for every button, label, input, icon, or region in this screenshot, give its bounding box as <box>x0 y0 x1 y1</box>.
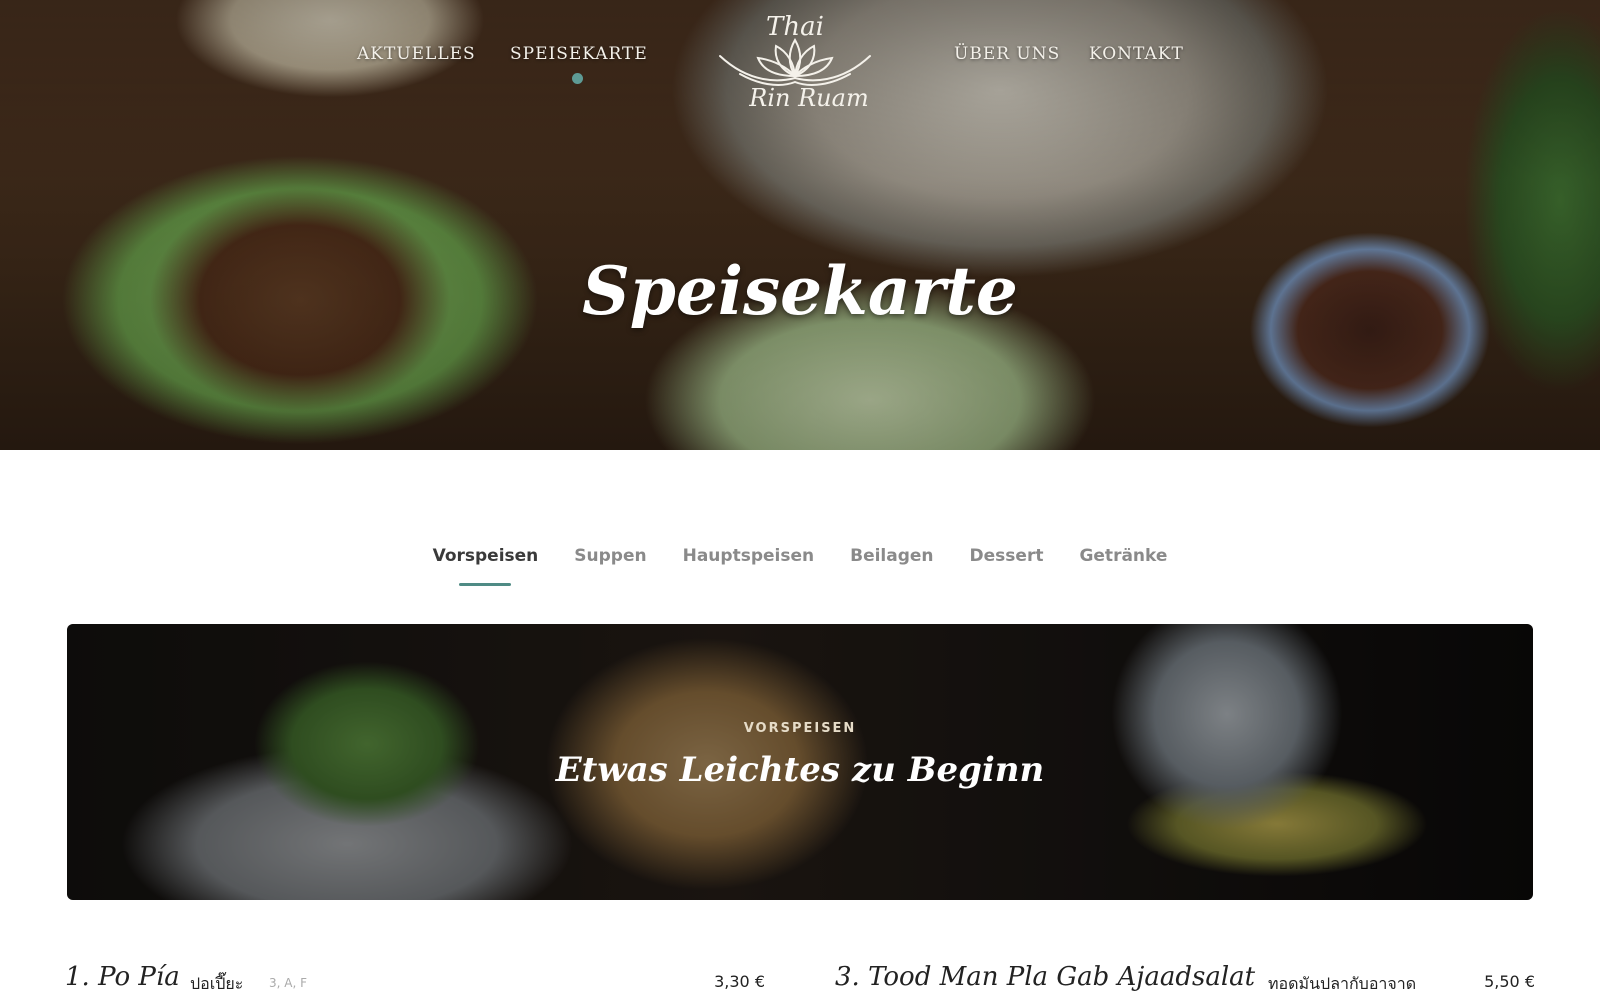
menu-item-name: 3. Tood Man Pla Gab Ajaadsalat <box>835 962 1256 992</box>
menu-item-name: 1. Po Pía <box>65 962 180 992</box>
nav-link-aktuelles[interactable]: AKTUELLES <box>357 44 476 64</box>
menu-item-price: 3,30 € <box>714 972 765 991</box>
tab-beilagen[interactable]: Beilagen <box>850 546 933 586</box>
menu-category-tabs: Vorspeisen Suppen Hauptspeisen Beilagen … <box>0 546 1600 586</box>
nav-link-kontakt[interactable]: KONTAKT <box>1089 44 1184 64</box>
tab-getraenke[interactable]: Getränke <box>1079 546 1167 586</box>
nav-active-indicator <box>572 73 583 84</box>
logo-text-bottom: Rin Ruam <box>749 84 869 112</box>
tab-dessert[interactable]: Dessert <box>970 546 1044 586</box>
menu-item-thai-name: ทอดมันปลากับอาจาด <box>1268 974 1417 993</box>
nav-link-ueber-uns[interactable]: ÜBER UNS <box>954 44 1060 64</box>
category-kicker: VORSPEISEN <box>743 721 857 736</box>
hero-header: AKTUELLES SPEISEKARTE ÜBER UNS KONTAKT T… <box>0 0 1600 450</box>
tab-vorspeisen[interactable]: Vorspeisen <box>433 546 539 586</box>
site-logo[interactable]: Thai Rin Ruam <box>710 8 890 118</box>
tab-hauptspeisen[interactable]: Hauptspeisen <box>683 546 815 586</box>
menu-item-allergens: 3, A, F <box>269 976 308 990</box>
category-title: Etwas Leichtes zu Beginn <box>555 750 1045 790</box>
menu-item: 1. Po Pía ปอเปี๊ยะ 3, A, F 3,30 € <box>65 962 765 1008</box>
nav-link-speisekarte[interactable]: SPEISEKARTE <box>510 44 648 64</box>
page-title: Speisekarte <box>582 252 1018 330</box>
menu-item-price: 5,50 € <box>1484 972 1535 991</box>
menu-item-thai-name: ปอเปี๊ยะ <box>190 974 244 993</box>
category-banner: VORSPEISEN Etwas Leichtes zu Beginn <box>67 624 1533 900</box>
tab-suppen[interactable]: Suppen <box>574 546 646 586</box>
menu-item: 3. Tood Man Pla Gab Ajaadsalat ทอดมันปลา… <box>835 962 1535 1008</box>
